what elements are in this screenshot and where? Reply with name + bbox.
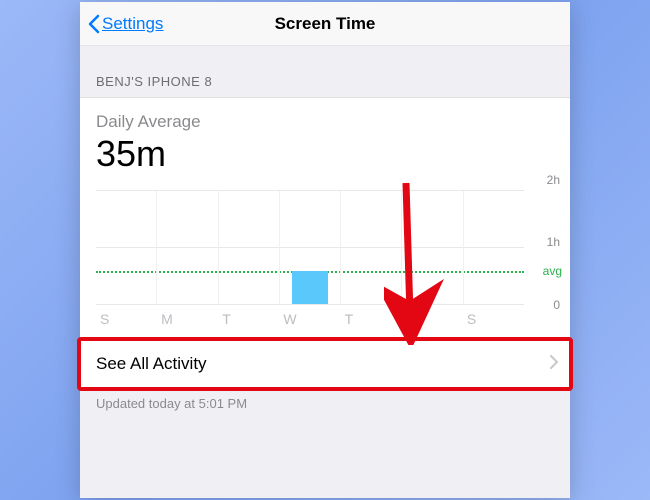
x-tick-label: W bbox=[279, 311, 340, 327]
bar-cell bbox=[96, 191, 157, 304]
screen-time-screen: Settings Screen Time BENJ'S IPHONE 8 Dai… bbox=[80, 2, 570, 498]
x-tick-label: S bbox=[96, 311, 157, 327]
x-tick-label: T bbox=[218, 311, 279, 327]
back-label: Settings bbox=[102, 14, 163, 34]
daily-average-metric: Daily Average 35m bbox=[80, 98, 570, 180]
bar-cell bbox=[464, 191, 524, 304]
x-tick-label: T bbox=[341, 311, 402, 327]
x-axis: SMTWTFS bbox=[80, 305, 570, 339]
y-tick-label: 1h bbox=[547, 235, 560, 249]
see-all-activity-label: See All Activity bbox=[96, 354, 207, 374]
x-tick-label: F bbox=[402, 311, 463, 327]
metric-value: 35m bbox=[96, 134, 554, 174]
usage-card: Daily Average 35m 01h2h avg SMTWTFS bbox=[80, 97, 570, 340]
back-button[interactable]: Settings bbox=[88, 14, 163, 34]
bar-cell bbox=[157, 191, 218, 304]
chevron-right-icon bbox=[550, 354, 558, 374]
y-tick-label: 0 bbox=[553, 298, 560, 312]
metric-label: Daily Average bbox=[96, 112, 554, 132]
bar-cell bbox=[219, 191, 280, 304]
bar-cell bbox=[341, 191, 402, 304]
usage-bar bbox=[292, 271, 328, 304]
updated-footnote: Updated today at 5:01 PM bbox=[80, 388, 570, 419]
usage-chart: 01h2h avg bbox=[80, 180, 570, 305]
bar-cell bbox=[402, 191, 463, 304]
y-tick-label: 2h bbox=[547, 173, 560, 187]
x-tick-label: S bbox=[463, 311, 524, 327]
x-tick-label: M bbox=[157, 311, 218, 327]
device-section-header: BENJ'S IPHONE 8 bbox=[80, 46, 570, 97]
avg-label: avg bbox=[543, 264, 562, 278]
navbar: Settings Screen Time bbox=[80, 2, 570, 46]
chevron-left-icon bbox=[88, 14, 100, 34]
bar-cell bbox=[280, 191, 341, 304]
see-all-activity-row[interactable]: See All Activity bbox=[80, 340, 570, 388]
